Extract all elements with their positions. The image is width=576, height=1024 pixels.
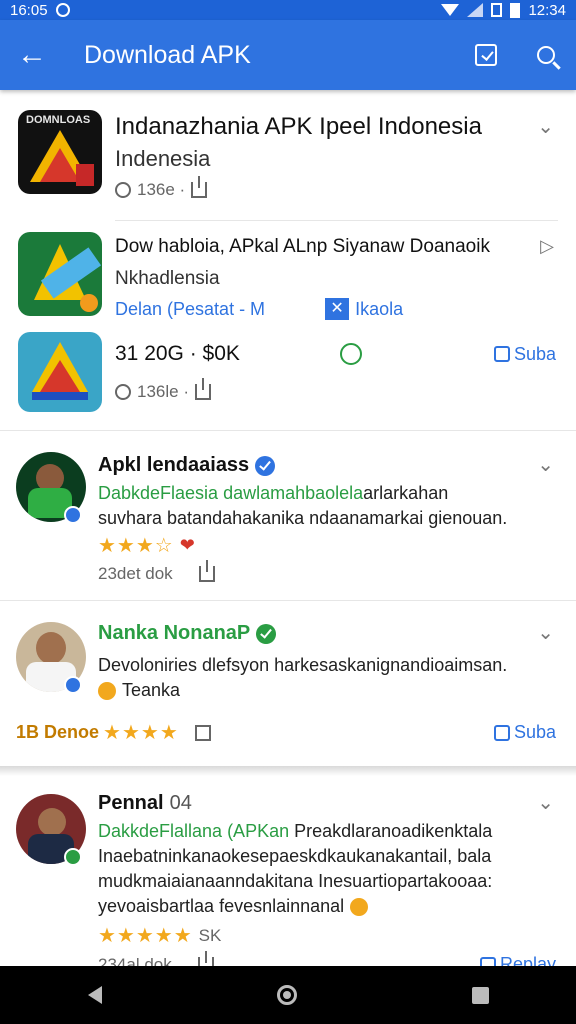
app-title: 31 20G · $0K [115, 342, 240, 365]
app-title: Indanazhania APK Ipeel Indonesia [115, 113, 482, 140]
like-button[interactable]: Suba [493, 722, 556, 743]
app-meta: 136le · [137, 382, 189, 401]
battery-icon [510, 2, 521, 18]
rating-prefix: 1B Denoe [16, 722, 100, 742]
like-button[interactable]: Suba [493, 344, 556, 365]
app-icon [18, 232, 102, 316]
thumb-up-icon [493, 346, 510, 362]
select-button[interactable] [456, 20, 516, 90]
reply-button[interactable]: Replay [479, 954, 556, 966]
share-icon[interactable] [194, 378, 211, 400]
wifi-icon [441, 4, 460, 16]
close-icon[interactable]: ✕ [325, 298, 350, 320]
chevron-down-icon[interactable]: ⌄ [537, 452, 554, 477]
review-body: Devoloniries dlefsyon harkesaskanignandi… [98, 655, 508, 675]
divider [0, 766, 576, 776]
chevron-down-icon[interactable]: ⌄ [537, 114, 554, 139]
review-body: mudkmaiaianaanndakitana Inesuartiopartak… [98, 871, 493, 891]
verified-icon [255, 455, 276, 476]
reviewer-name: Apkl lendaaiass [98, 454, 250, 476]
review-highlight: DakkdeFlallana (APKan [98, 821, 290, 841]
heart-icon: ❤ [179, 535, 195, 555]
arrow-left-icon: ← [17, 38, 47, 71]
like-icon[interactable] [115, 384, 131, 400]
verified-icon [256, 623, 277, 644]
app-subtitle: Indenesia [115, 146, 211, 171]
divider [0, 430, 576, 431]
chevron-down-icon[interactable]: ⌄ [537, 790, 554, 815]
app-title: Dow habloia, APkal ALnp Siyanaw Doanaoik [115, 236, 490, 257]
chevron-down-icon[interactable]: ⌄ [537, 620, 554, 645]
reviewer-name: Pennal [98, 792, 164, 814]
page-title: Download APK [84, 40, 251, 69]
star-rating: ★★★★ [103, 722, 179, 744]
app-link-left[interactable]: Delan (Pesatat - M [115, 299, 265, 320]
emoji-icon [350, 897, 369, 916]
share-icon[interactable] [198, 560, 215, 582]
checkbox-icon [475, 44, 497, 66]
star-rating: ★★★☆ [98, 535, 174, 557]
share-icon[interactable] [191, 176, 208, 198]
review-body: suvhara batandahakanika ndaanamarkai gie… [98, 508, 508, 528]
review-meta: 23det dok [98, 564, 173, 583]
sim-icon [491, 3, 503, 17]
review-item[interactable]: Pennal 04 DakkdeFlallana (APKan Preakdla… [0, 790, 576, 966]
back-button[interactable]: ← [0, 20, 64, 90]
divider [115, 220, 558, 221]
star-rating: ★★★★★ [98, 925, 193, 947]
reviewer-name: Nanka NonanaP [98, 622, 251, 644]
signal-icon [467, 3, 484, 17]
share-icon[interactable] [197, 950, 214, 966]
app-icon [18, 332, 102, 412]
thumb-up-icon [479, 956, 496, 966]
app-item[interactable]: Dow habloia, APkal ALnp Siyanaw Doanaoik… [0, 232, 576, 322]
app-meta: 136e · [137, 180, 186, 199]
search-button[interactable] [516, 20, 576, 90]
more-icon[interactable]: ▷ [540, 236, 554, 257]
notification-icon [55, 3, 70, 17]
app-item[interactable]: DOMNLOAS Indanazhania APK Ipeel Indonesi… [0, 110, 576, 220]
app-link-right[interactable]: Ikaola [355, 299, 403, 320]
avatar-badge [64, 506, 82, 524]
review-item[interactable]: Apkl lendaaiass DabkdeFlaesia dawlamahba… [0, 452, 576, 602]
thumb-up-icon [493, 724, 510, 741]
nav-back-icon[interactable] [87, 986, 102, 1004]
app-icon: DOMNLOAS [18, 110, 102, 194]
emoji-icon [98, 681, 116, 700]
divider [0, 600, 576, 601]
app-item[interactable]: 31 20G · $0K Suba 136le · [0, 332, 576, 420]
avatar-badge [64, 676, 82, 694]
status-time-right: 12:34 [528, 1, 566, 19]
system-nav-bar [0, 966, 576, 1024]
clock-icon [339, 343, 362, 365]
nav-home-icon[interactable] [276, 985, 297, 1005]
search-icon [537, 46, 555, 64]
review-body: Inaebatninkanaokesepaeskdkaukanakantail,… [98, 846, 492, 866]
checkbox-icon[interactable] [194, 724, 211, 741]
content-list[interactable]: DOMNLOAS Indanazhania APK Ipeel Indonesi… [0, 90, 576, 966]
review-item[interactable]: Nanka NonanaP Devoloniries dlefsyon hark… [0, 620, 576, 760]
status-time-left: 16:05 [10, 1, 48, 19]
nav-recents-icon[interactable] [471, 986, 489, 1004]
avatar-badge [64, 848, 82, 866]
review-meta: 234al dok [98, 954, 172, 967]
app-bar: ← Download APK [0, 20, 576, 90]
status-bar: 16:05 12:34 [0, 0, 576, 20]
review-highlight: DabkdeFlaesia dawlamahbaolela [98, 483, 364, 503]
like-icon[interactable] [115, 182, 131, 198]
app-subtitle: Nkhadlensia [115, 268, 220, 289]
